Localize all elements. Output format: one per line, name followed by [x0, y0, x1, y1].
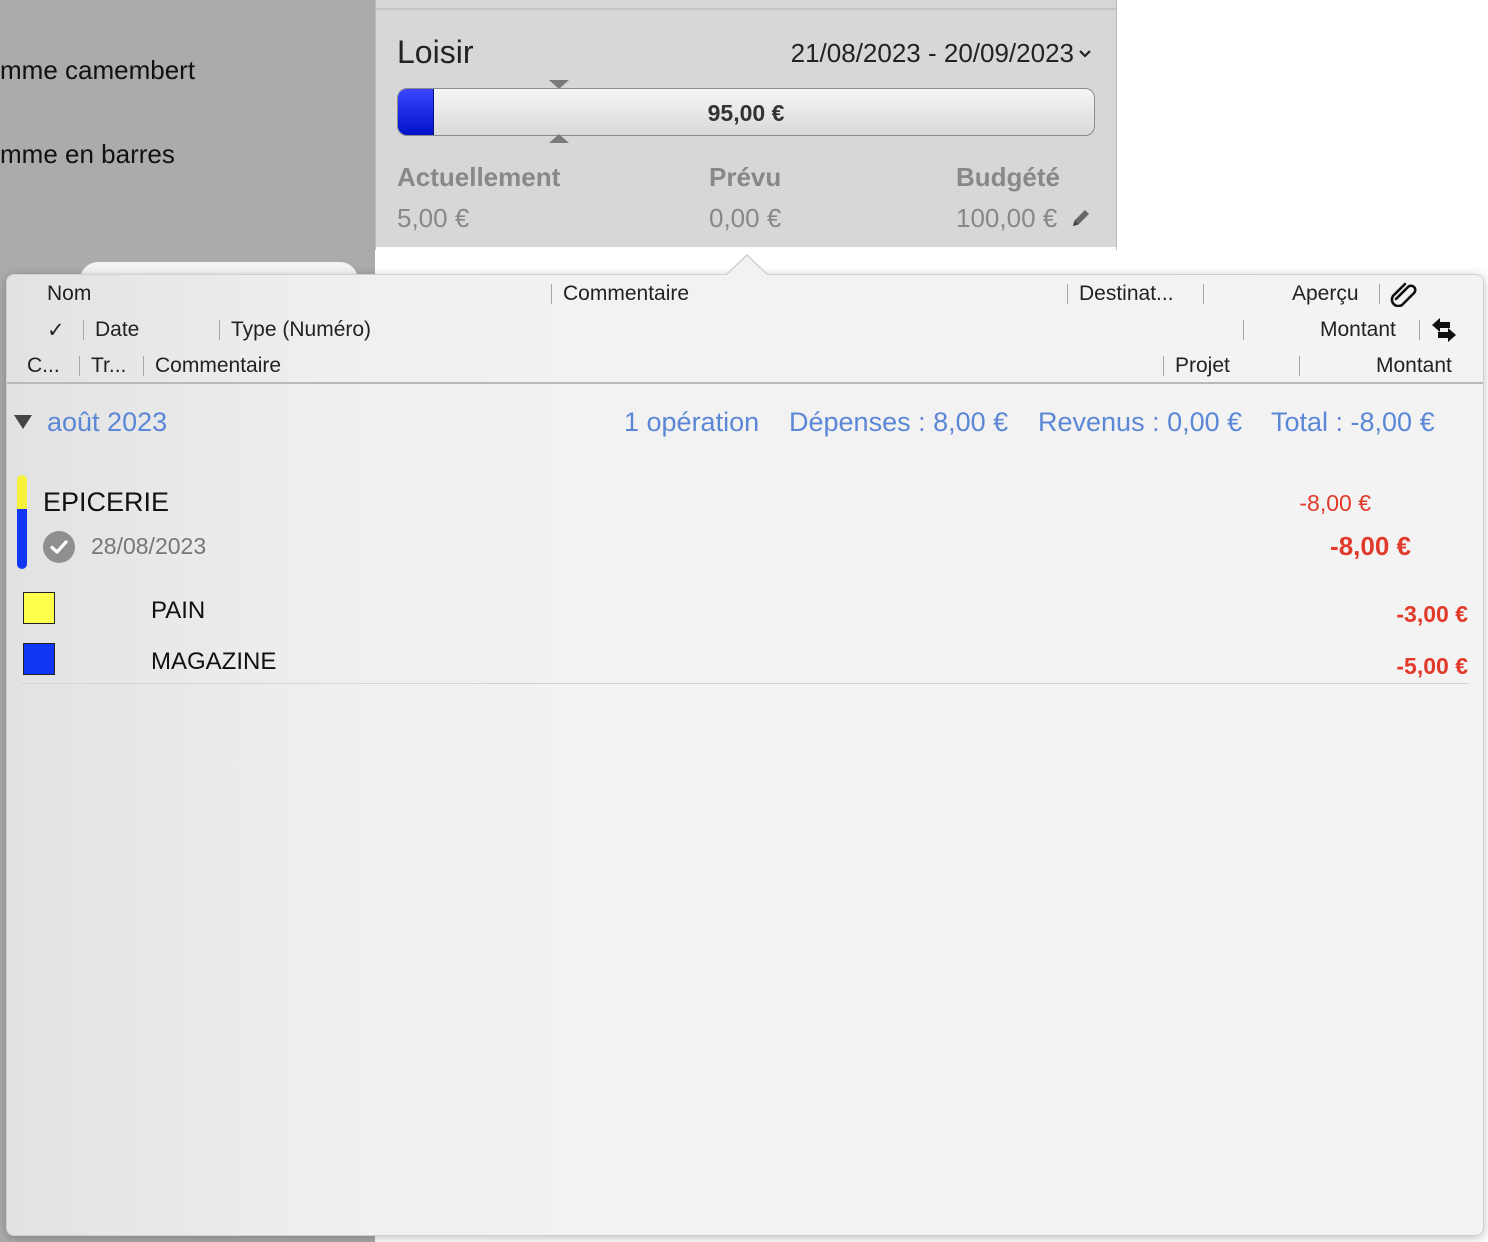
column-comment[interactable]: Commentaire — [563, 282, 689, 306]
split-name: PAIN — [151, 597, 206, 624]
split-amount: -3,00 € — [1396, 601, 1468, 627]
column-destination[interactable]: Destinat... — [1079, 282, 1174, 306]
split-color-bar — [17, 475, 27, 569]
column-separator — [1067, 284, 1068, 304]
stat-budgeted: Budgété 100,00 € — [956, 162, 1092, 236]
stat-current-label: Actuellement — [397, 162, 561, 192]
pencil-icon[interactable] — [1070, 205, 1092, 236]
disclosure-triangle-icon[interactable] — [14, 415, 32, 429]
group-month[interactable]: août 2023 — [47, 407, 167, 438]
budget-marker-bottom — [549, 134, 569, 143]
group-count: 1 opération — [624, 407, 760, 437]
column-separator — [83, 320, 84, 340]
stat-planned-value: 0,00 € — [709, 203, 782, 233]
column-separator — [551, 284, 552, 304]
group-income: Revenus : 0,00 € — [1038, 407, 1243, 437]
group-expenses: Dépenses : 8,00 € — [789, 407, 1009, 437]
stat-planned-label: Prévu — [709, 162, 782, 192]
popover-arrow-inner — [726, 256, 768, 276]
transaction-name[interactable]: EPICERIE — [43, 487, 169, 518]
transactions-popover: Nom Commentaire Destinat... Aperçu ✓ Dat… — [6, 254, 1484, 1236]
column-split-amount[interactable]: Montant — [1376, 354, 1452, 378]
column-separator — [1419, 320, 1420, 340]
budget-category-title: Loisir — [397, 34, 474, 70]
stat-budgeted-row: 100,00 € — [956, 203, 1092, 236]
split-amount: -5,00 € — [1396, 653, 1468, 679]
column-separator — [79, 356, 80, 376]
column-amount[interactable]: Montant — [1320, 318, 1396, 342]
swap-arrows-icon[interactable] — [1429, 316, 1459, 350]
column-separator — [219, 320, 220, 340]
column-category[interactable]: C... — [27, 354, 60, 378]
transaction-amount-small: -8,00 € — [1299, 490, 1371, 516]
column-transfer[interactable]: Tr... — [91, 354, 126, 378]
group-total: Total : -8,00 € — [1271, 407, 1435, 437]
column-header: Nom Commentaire Destinat... Aperçu ✓ Dat… — [7, 275, 1483, 384]
column-split-comment[interactable]: Commentaire — [155, 354, 281, 378]
stat-budgeted-value: 100,00 € — [956, 203, 1058, 233]
column-separator — [143, 356, 144, 376]
transaction-date: 28/08/2023 — [91, 533, 207, 559]
column-project[interactable]: Projet — [1175, 354, 1230, 378]
split-color-swatch — [23, 643, 55, 675]
budget-card: Loisir 21/08/2023 - 20/09/2023 95,00 € A… — [375, 0, 1117, 277]
column-type[interactable]: Type (Numéro) — [231, 318, 371, 342]
column-preview[interactable]: Aperçu — [1292, 282, 1359, 306]
split-name: MAGAZINE — [151, 648, 277, 675]
stat-budgeted-label: Budgété — [956, 162, 1060, 192]
budget-remaining-label: 95,00 € — [707, 100, 785, 126]
column-separator — [1299, 356, 1300, 376]
stat-current: Actuellement 5,00 € — [397, 162, 560, 234]
paperclip-icon[interactable] — [1389, 279, 1419, 313]
column-name[interactable]: Nom — [47, 282, 91, 306]
checkmark-circle-icon[interactable] — [43, 531, 75, 563]
column-status-check[interactable]: ✓ — [47, 318, 65, 343]
chart-type-pie-option[interactable]: mme camembert — [0, 55, 195, 86]
column-separator — [1243, 320, 1244, 340]
stat-planned: Prévu 0,00 € — [709, 162, 781, 234]
period-label: 21/08/2023 - 20/09/2023 — [790, 38, 1074, 68]
row-divider — [21, 683, 1469, 684]
split-color-swatch — [23, 592, 55, 624]
chevron-down-icon — [1078, 43, 1092, 64]
budget-progress-bar: 95,00 € — [397, 88, 1095, 136]
column-separator — [1379, 284, 1380, 304]
budget-card-top-divider — [376, 8, 1116, 10]
period-selector[interactable]: 21/08/2023 - 20/09/2023 — [791, 38, 1092, 69]
column-separator — [1163, 356, 1164, 376]
column-date[interactable]: Date — [95, 318, 139, 342]
column-separator — [1203, 284, 1204, 304]
stat-current-value: 5,00 € — [397, 203, 470, 233]
chart-type-bar-option[interactable]: mme en barres — [0, 139, 175, 170]
transaction-amount: -8,00 € — [1330, 531, 1411, 561]
